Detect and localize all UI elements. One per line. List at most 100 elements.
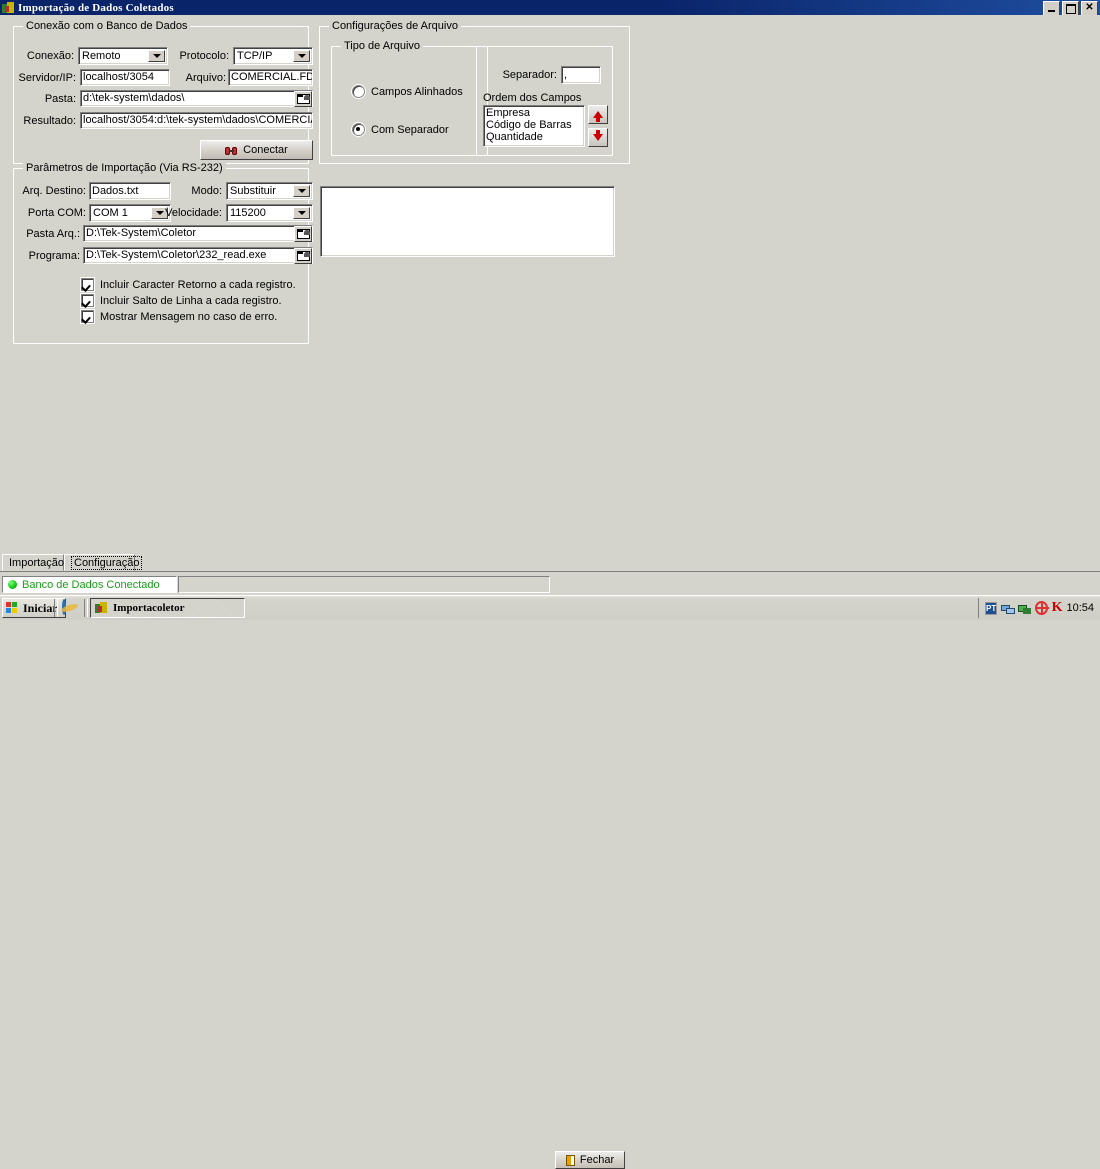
taskbar-item-importacoletor[interactable]: Importacoletor — [90, 598, 245, 618]
pasta-label: Pasta: — [44, 93, 76, 105]
green-dot-icon — [8, 580, 17, 589]
checkbox-caracter-retorno[interactable]: Incluir Caracter Retorno a cada registro… — [81, 278, 296, 291]
checkbox-icon — [81, 278, 94, 291]
resultado-value: localhost/3054:d:\tek-system\dados\COMER… — [83, 114, 313, 126]
move-down-button[interactable] — [588, 128, 608, 147]
conectar-button[interactable]: Conectar — [200, 140, 313, 160]
checkbox-salto-linha-label: Incluir Salto de Linha a cada registro. — [100, 294, 282, 307]
tab-importacao[interactable]: Importação — [2, 554, 64, 571]
pasta-input[interactable]: d:\tek-system\dados\ — [80, 90, 313, 107]
protocolo-value: TCP/IP — [237, 50, 273, 62]
maximize-button[interactable] — [1062, 1, 1079, 16]
connect-icon — [225, 145, 238, 156]
resultado-input[interactable]: localhost/3054:d:\tek-system\dados\COMER… — [80, 112, 313, 129]
import-parameters-title: Parâmetros de Importação (Via RS-232) — [23, 162, 226, 174]
list-item[interactable]: Empresa — [486, 107, 584, 119]
pasta-arq-value: D:\Tek-System\Coletor — [86, 227, 197, 239]
chevron-down-icon[interactable] — [293, 50, 310, 62]
globe-icon[interactable] — [1034, 601, 1049, 615]
arq-destino-value: Dados.txt — [92, 184, 139, 197]
resultado-label: Resultado: — [23, 115, 76, 127]
checkbox-icon — [81, 294, 94, 307]
ordem-campos-listbox[interactable]: Empresa Código de Barras Quantidade — [483, 105, 585, 147]
modo-value: Substituir — [230, 185, 276, 197]
arquivo-value: COMERCIAL.FD — [231, 71, 313, 83]
modo-select[interactable]: Substituir — [226, 182, 313, 200]
pasta-arq-browse-button[interactable] — [294, 226, 312, 242]
chevron-down-icon[interactable] — [293, 207, 310, 219]
conexao-value: Remoto — [82, 50, 121, 62]
checkbox-caracter-retorno-label: Incluir Caracter Retorno a cada registro… — [100, 278, 296, 291]
title-bar: Importação de Dados Coletados ✕ — [0, 0, 1100, 16]
radio-com-separador[interactable]: Com Separador — [352, 123, 449, 136]
conexao-label: Conexão: — [26, 50, 74, 62]
programa-input[interactable]: D:\Tek-System\Coletor\232_read.exe — [83, 247, 313, 264]
start-button-label: Iniciar — [23, 600, 58, 615]
protocolo-label: Protocolo: — [179, 50, 229, 62]
status-bar: Banco de Dados Conectado Fechar — [0, 575, 1100, 1169]
porta-com-value: COM 1 — [93, 207, 128, 219]
folder-open-icon — [297, 229, 310, 239]
application-window: Importação de Dados Coletados ✕ Conexão … — [0, 0, 1100, 1169]
move-up-button[interactable] — [588, 105, 608, 124]
minimize-button[interactable] — [1043, 1, 1060, 16]
chevron-down-icon[interactable] — [293, 185, 310, 197]
list-item[interactable]: Quantidade — [486, 131, 584, 143]
checkbox-icon — [81, 310, 94, 323]
import-parameters-group: Parâmetros de Importação (Via RS-232) Ar… — [13, 162, 313, 344]
status-badge: Banco de Dados Conectado — [2, 576, 177, 593]
servidor-input[interactable]: localhost/3054 — [80, 69, 170, 86]
radio-campos-alinhados[interactable]: Campos Alinhados — [352, 85, 463, 98]
separador-value: , — [564, 68, 568, 81]
fechar-button[interactable]: Fechar — [555, 1151, 625, 1169]
windows-flag-icon — [6, 602, 19, 614]
tab-configuracao-label: Configuração — [71, 555, 143, 570]
status-panel-empty — [178, 576, 550, 593]
tab-configuracao[interactable]: Configuração — [64, 554, 143, 571]
servidor-value: localhost/3054 — [83, 71, 154, 83]
programa-browse-button[interactable] — [294, 248, 312, 264]
arquivo-input[interactable]: COMERCIAL.FD — [228, 69, 313, 86]
chevron-down-icon[interactable] — [148, 50, 165, 62]
network-icon[interactable] — [1001, 602, 1016, 615]
taskbar-item-label: Importacoletor — [113, 602, 185, 614]
client-area: Conexão com o Banco de Dados Conexão: Re… — [0, 15, 1100, 553]
velocidade-select[interactable]: 115200 — [226, 204, 313, 222]
porta-com-label: Porta COM: — [27, 207, 86, 219]
taskbar-clock[interactable]: 10:54 — [1066, 602, 1098, 614]
arq-destino-label: Arq. Destino: — [22, 185, 86, 197]
radio-selected-icon — [352, 123, 365, 136]
pt-language-icon[interactable]: PT — [985, 601, 998, 615]
separador-input[interactable]: , — [561, 66, 601, 84]
programa-label: Programa: — [28, 250, 80, 262]
conexao-select[interactable]: Remoto — [78, 47, 168, 65]
log-memo[interactable] — [320, 186, 615, 257]
kaspersky-icon[interactable]: K — [1052, 601, 1063, 615]
modo-label: Modo: — [191, 185, 222, 197]
window-controls: ✕ — [1043, 1, 1098, 16]
status-text: Banco de Dados Conectado — [22, 578, 160, 591]
tab-strip: Importação Configuração — [0, 553, 1100, 572]
programa-value: D:\Tek-System\Coletor\232_read.exe — [86, 249, 267, 261]
internet-explorer-icon[interactable] — [60, 599, 79, 616]
file-type-group: Tipo de Arquivo Campos Alinhados Com Sep… — [331, 40, 488, 156]
folder-open-icon — [297, 251, 310, 261]
exit-door-icon — [565, 1154, 575, 1166]
close-button[interactable]: ✕ — [1081, 1, 1098, 16]
checkbox-salto-linha[interactable]: Incluir Salto de Linha a cada registro. — [81, 294, 282, 307]
protocolo-select[interactable]: TCP/IP — [233, 47, 313, 65]
radio-icon — [352, 85, 365, 98]
fechar-label: Fechar — [579, 1154, 615, 1166]
velocidade-label: Velocidade: — [165, 207, 222, 219]
separador-label: Separador: — [502, 69, 557, 81]
pasta-browse-button[interactable] — [294, 91, 312, 107]
ordem-campos-label: Ordem dos Campos — [483, 92, 582, 104]
list-item[interactable]: Código de Barras — [486, 119, 584, 131]
network-activity-icon[interactable] — [1017, 602, 1031, 615]
arq-destino-input[interactable]: Dados.txt — [89, 182, 171, 200]
checkbox-mostrar-mensagem[interactable]: Mostrar Mensagem no caso de erro. — [81, 310, 277, 323]
pasta-arq-input[interactable]: D:\Tek-System\Coletor — [83, 225, 313, 242]
file-settings-title: Configurações de Arquivo — [329, 20, 461, 32]
window-title: Importação de Dados Coletados — [18, 1, 174, 14]
file-type-title: Tipo de Arquivo — [341, 40, 424, 52]
